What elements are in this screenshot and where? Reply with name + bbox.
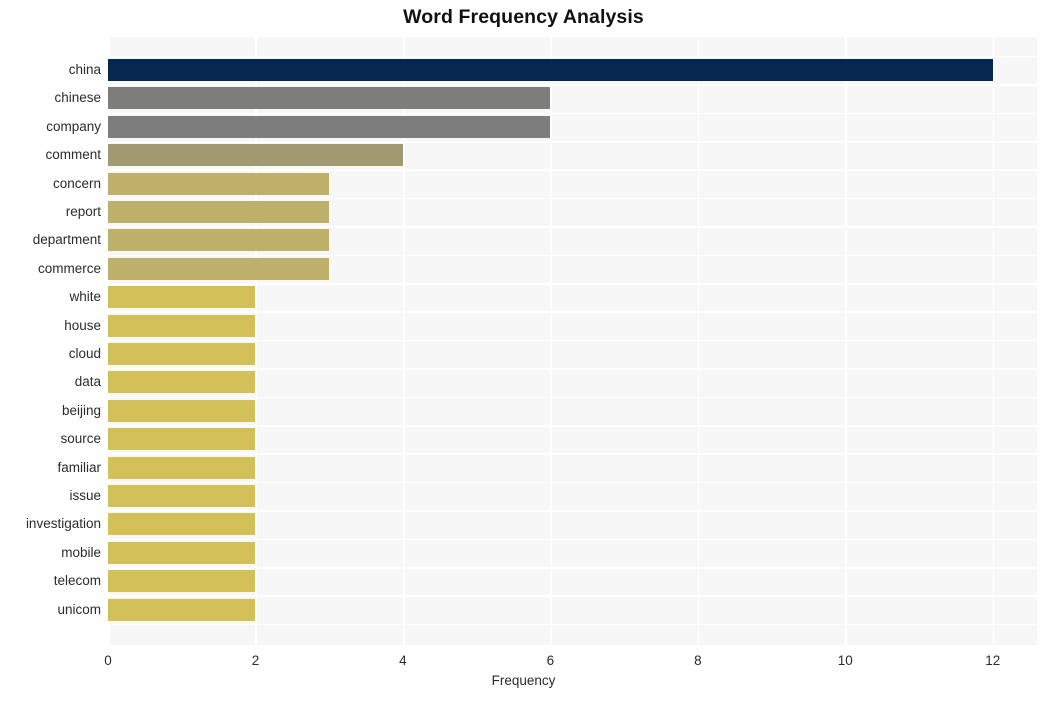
- horizontal-gridline: [108, 425, 1037, 427]
- y-axis-label-mobile: mobile: [61, 544, 101, 560]
- horizontal-gridline: [108, 226, 1037, 228]
- y-axis-label-house: house: [64, 317, 101, 333]
- bar-report: [108, 201, 330, 223]
- y-axis-label-company: company: [46, 118, 101, 134]
- word-frequency-bar-chart: Word Frequency Analysis china chinese comp…: [0, 0, 1047, 701]
- bar-comment: [108, 144, 403, 167]
- y-axis-label-cloud: cloud: [68, 346, 101, 361]
- x-axis-tick-2: 2: [251, 653, 260, 668]
- bar-white: [108, 286, 256, 309]
- horizontal-gridline: [108, 623, 1037, 626]
- bar-chinese: [108, 87, 551, 110]
- x-axis-tick-6: 6: [546, 653, 555, 668]
- y-axis-label-telecom: telecom: [53, 573, 101, 589]
- y-axis-label-concern: concern: [52, 175, 101, 191]
- bar-source: [108, 428, 256, 451]
- y-axis-label-commerce: commerce: [37, 260, 101, 276]
- horizontal-gridline: [108, 283, 1037, 285]
- bar-commerce: [108, 257, 330, 280]
- horizontal-gridline: [108, 169, 1037, 171]
- bar-department: [108, 229, 330, 252]
- horizontal-gridline: [108, 595, 1037, 597]
- horizontal-gridline: [108, 396, 1037, 399]
- bar-telecom: [108, 570, 256, 593]
- x-axis-tick-4: 4: [399, 653, 407, 668]
- y-axis-label-china: china: [68, 62, 101, 77]
- horizontal-gridline: [108, 339, 1037, 342]
- bar-familiar: [108, 456, 256, 479]
- x-axis-tick-labels: 0 2 4 6 8 10 12: [104, 645, 1037, 675]
- x-axis-title: Frequency: [491, 673, 556, 688]
- horizontal-gridline: [108, 481, 1037, 484]
- horizontal-gridline: [108, 368, 1037, 370]
- y-axis-label-unicom: unicom: [57, 601, 101, 617]
- bar-cloud: [108, 343, 256, 365]
- horizontal-gridline: [108, 311, 1037, 313]
- x-axis-tick-8: 8: [694, 653, 702, 668]
- horizontal-gridline: [108, 453, 1037, 455]
- bar-concern: [108, 172, 330, 195]
- plot-area: [108, 37, 1037, 645]
- y-axis-label-beijing: beijing: [61, 402, 101, 418]
- bar-unicom: [108, 598, 256, 621]
- bar-issue: [108, 485, 256, 507]
- bar-mobile: [108, 541, 256, 564]
- horizontal-gridline: [108, 510, 1037, 512]
- horizontal-gridline: [108, 55, 1037, 58]
- y-axis-label-chinese: chinese: [54, 90, 101, 106]
- bar-data: [108, 371, 256, 394]
- horizontal-gridline: [108, 538, 1037, 541]
- chart-title: Word Frequency Analysis: [403, 6, 644, 28]
- horizontal-gridline: [108, 197, 1037, 200]
- x-axis-tick-10: 10: [837, 653, 853, 668]
- y-axis-label-data: data: [74, 374, 101, 390]
- y-axis-label-department: department: [32, 232, 101, 248]
- horizontal-gridline: [108, 254, 1037, 257]
- bar-china: [108, 59, 993, 81]
- y-axis-label-issue: issue: [69, 488, 101, 503]
- y-axis-label-familiar: familiar: [57, 459, 101, 475]
- bar-investigation: [108, 513, 256, 536]
- y-axis-label-source: source: [60, 431, 101, 447]
- horizontal-gridline: [108, 112, 1037, 115]
- y-axis-label-white: white: [69, 289, 101, 305]
- bar-beijing: [108, 399, 256, 422]
- x-axis-tick-0: 0: [104, 653, 112, 668]
- horizontal-gridline: [108, 567, 1037, 569]
- horizontal-gridline: [108, 141, 1037, 143]
- x-axis-tick-12: 12: [985, 653, 1001, 668]
- bar-house: [108, 314, 256, 337]
- bar-company: [108, 115, 551, 138]
- y-axis-category-labels: china chinese company comment concern report d…: [0, 37, 101, 645]
- horizontal-gridline: [108, 84, 1037, 86]
- y-axis-label-investigation: investigation: [25, 516, 101, 532]
- y-axis-label-report: report: [65, 204, 101, 219]
- y-axis-label-comment: comment: [45, 147, 101, 163]
